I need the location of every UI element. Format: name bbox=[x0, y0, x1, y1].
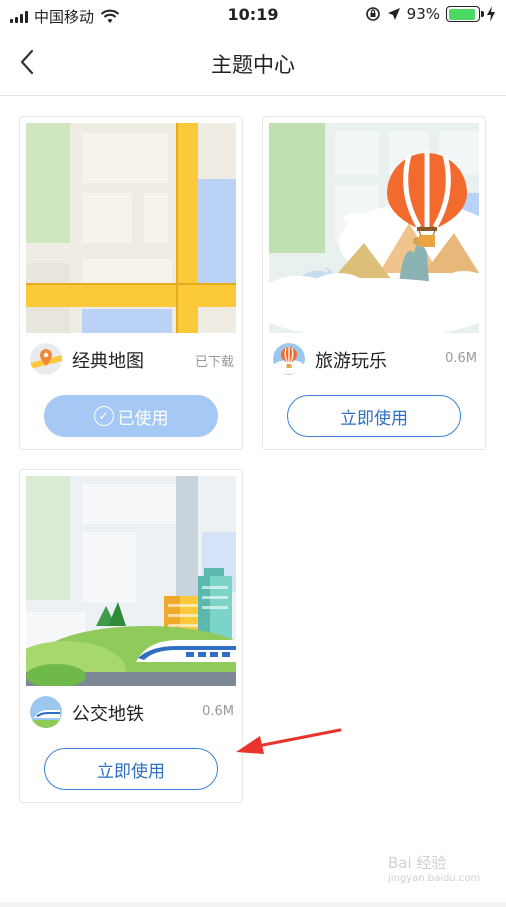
watermark-logo: Bai 经验 bbox=[388, 854, 447, 872]
page-title: 主题中心 bbox=[211, 53, 295, 77]
bottom-edge bbox=[0, 902, 506, 907]
battery-percent: 93% bbox=[406, 5, 440, 23]
rotation-lock-icon bbox=[365, 7, 380, 21]
charging-icon bbox=[487, 6, 495, 22]
location-icon bbox=[387, 8, 400, 20]
use-now-label: 立即使用 bbox=[97, 761, 165, 782]
theme-preview-image bbox=[269, 123, 479, 333]
in-use-label: 已使用 bbox=[117, 408, 169, 429]
theme-status: 已下载 bbox=[194, 355, 234, 370]
theme-size: 0.6M bbox=[445, 351, 477, 366]
status-bar: 中国移动 10:19 93% bbox=[0, 0, 506, 30]
use-now-button[interactable]: 立即使用 bbox=[44, 748, 218, 790]
theme-name: 旅游玩乐 bbox=[315, 351, 387, 372]
theme-info-row: 经典地图 已下载 bbox=[30, 343, 236, 377]
theme-name: 经典地图 bbox=[72, 351, 144, 372]
theme-card-travel[interactable]: 旅游玩乐 0.6M 立即使用 bbox=[262, 116, 486, 450]
theme-name: 公交地铁 bbox=[72, 704, 144, 725]
theme-card-transit[interactable]: 公交地铁 0.6M 立即使用 bbox=[19, 469, 243, 803]
use-now-button[interactable]: 立即使用 bbox=[287, 395, 461, 437]
use-now-label: 立即使用 bbox=[340, 408, 408, 429]
navigation-bar: 主题中心 bbox=[0, 30, 506, 96]
theme-info-row: 公交地铁 0.6M bbox=[30, 696, 236, 730]
check-circle-icon: ✓ bbox=[93, 406, 114, 426]
theme-preview-image bbox=[26, 123, 236, 333]
watermark-url: jingyan.baidu.com bbox=[388, 873, 481, 884]
status-right: 93% bbox=[365, 5, 496, 23]
watermark: Bai 经验 jingyan.baidu.com bbox=[388, 852, 484, 896]
theme-card-classic-map[interactable]: 经典地图 已下载 ✓ 已使用 bbox=[19, 116, 243, 450]
annotation-arrow-icon bbox=[236, 728, 342, 754]
battery-icon bbox=[446, 6, 484, 22]
theme-info-row: 旅游玩乐 0.6M bbox=[273, 343, 479, 377]
train-icon bbox=[30, 696, 62, 728]
theme-preview-image bbox=[26, 476, 236, 686]
battery-fill bbox=[448, 8, 476, 20]
in-use-button[interactable]: ✓ 已使用 bbox=[44, 395, 218, 437]
theme-size: 0.6M bbox=[202, 704, 234, 719]
map-pin-icon bbox=[30, 343, 62, 375]
hot-air-balloon-icon bbox=[273, 343, 305, 375]
